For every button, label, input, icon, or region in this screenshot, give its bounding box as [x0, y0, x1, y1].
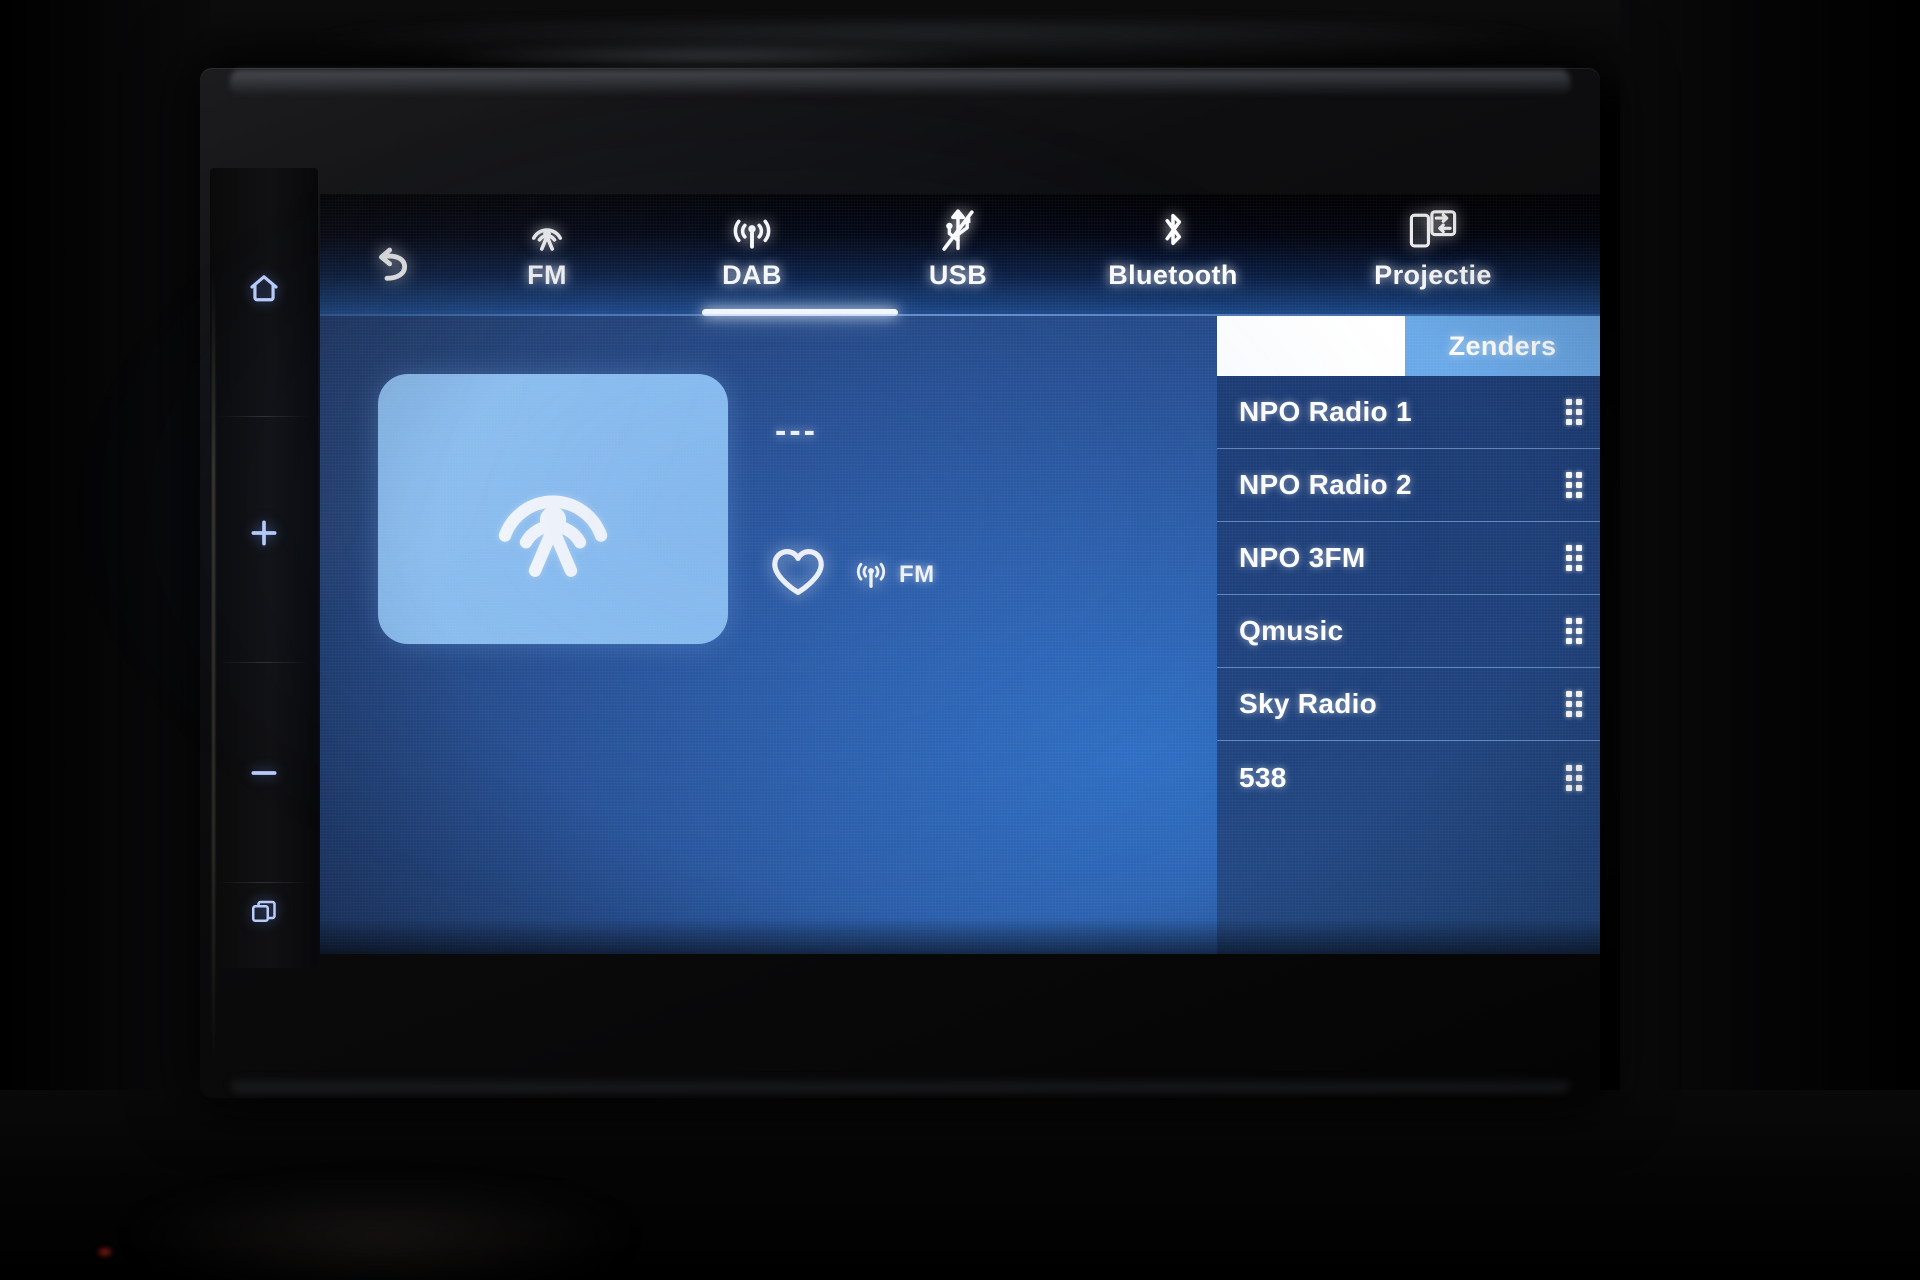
dash-gloss-hot [430, 46, 990, 68]
source-tab-bar: FM DAB USB Bluetooth Projectie [320, 194, 1600, 316]
floor-glow [120, 1180, 640, 1280]
band-label: FM [899, 560, 935, 588]
dab-broadcast-icon [478, 432, 628, 587]
tab-projectie-label: Projectie [1374, 260, 1492, 290]
station-list-panel: Zenders NPO Radio 1 NPO Radio 2 NPO 3FM … [1217, 316, 1600, 954]
track-title: --- [775, 412, 818, 450]
station-name: Qmusic [1239, 615, 1344, 646]
station-list-item[interactable]: 538 [1217, 741, 1600, 814]
now-playing-pane: --- FM [320, 316, 1220, 954]
hardware-key-column [210, 168, 318, 1072]
drag-handle-icon[interactable] [1566, 764, 1582, 791]
tab-projectie[interactable]: Projectie [1308, 202, 1558, 314]
bluetooth-icon [1155, 202, 1191, 258]
tab-usb-label: USB [928, 260, 988, 290]
key-divider-2 [218, 662, 310, 663]
station-name: NPO 3FM [1239, 542, 1366, 573]
bezel-bottom-highlight [230, 1076, 1570, 1092]
station-artwork[interactable] [378, 374, 728, 644]
head-unit: FM DAB USB Bluetooth Projectie --- FM Ze… [200, 68, 1600, 1098]
home-icon [247, 272, 281, 304]
tab-dab[interactable]: DAB [652, 202, 852, 314]
tab-dab-label: DAB [722, 260, 782, 290]
key-divider-1 [218, 416, 310, 417]
volume-up-button[interactable] [210, 473, 318, 593]
dab-broadcast-icon [524, 202, 570, 258]
heart-outline-icon[interactable] [770, 546, 826, 603]
radio-waves-icon [729, 202, 775, 258]
dash-trim-right [1620, 0, 1920, 1280]
usb-disabled-icon [938, 202, 978, 258]
dash-trim-left [0, 0, 210, 1280]
dashboard-photo: FM DAB USB Bluetooth Projectie --- FM Ze… [0, 0, 1920, 1280]
station-name: NPO Radio 2 [1239, 469, 1412, 500]
station-list-tabs: Zenders [1217, 316, 1600, 376]
drag-handle-icon[interactable] [1566, 399, 1582, 425]
drag-handle-icon[interactable] [1566, 545, 1582, 571]
station-list-item[interactable]: NPO Radio 2 [1217, 449, 1600, 522]
tab-usb[interactable]: USB [868, 202, 1048, 314]
recent-apps-button[interactable] [210, 852, 318, 972]
drag-handle-icon[interactable] [1566, 618, 1582, 644]
back-button[interactable] [344, 228, 436, 308]
radio-tower-icon [852, 553, 890, 596]
tab-bluetooth[interactable]: Bluetooth [1048, 202, 1298, 314]
drag-handle-icon[interactable] [1566, 691, 1582, 717]
station-name: Sky Radio [1239, 688, 1378, 719]
station-list-item[interactable]: NPO 3FM [1217, 522, 1600, 595]
band-indicator: FM [852, 553, 935, 596]
station-list-item[interactable]: Qmusic [1217, 595, 1600, 668]
station-list-tab-zenders-label: Zenders [1448, 330, 1557, 361]
bezel-top-highlight [230, 70, 1570, 96]
back-arrow-icon [368, 246, 412, 291]
tab-fm-label: FM [527, 260, 567, 290]
screen-projection-icon [1408, 202, 1458, 258]
stacked-windows-icon [249, 897, 279, 927]
infotainment-screen: FM DAB USB Bluetooth Projectie --- FM Ze… [320, 194, 1600, 954]
minus-icon [247, 756, 281, 790]
dash-trim-bottom [0, 1090, 1920, 1280]
tab-bluetooth-label: Bluetooth [1108, 260, 1238, 290]
home-button[interactable] [210, 228, 318, 348]
drag-handle-icon[interactable] [1566, 472, 1582, 498]
tab-fm[interactable]: FM [452, 202, 642, 314]
station-list-item[interactable]: NPO Radio 1 [1217, 376, 1600, 449]
station-list[interactable]: NPO Radio 1 NPO Radio 2 NPO 3FM Qmusic S… [1217, 376, 1600, 954]
station-list-tab-blank[interactable] [1217, 316, 1405, 376]
volume-down-button[interactable] [210, 713, 318, 833]
station-list-tab-zenders[interactable]: Zenders [1405, 316, 1600, 376]
now-playing-meta-row: FM [770, 546, 935, 603]
station-name: 538 [1239, 761, 1287, 793]
station-list-item[interactable]: Sky Radio [1217, 668, 1600, 741]
station-name: NPO Radio 1 [1239, 396, 1412, 427]
plus-icon [247, 516, 281, 550]
indicator-led [96, 1246, 114, 1258]
